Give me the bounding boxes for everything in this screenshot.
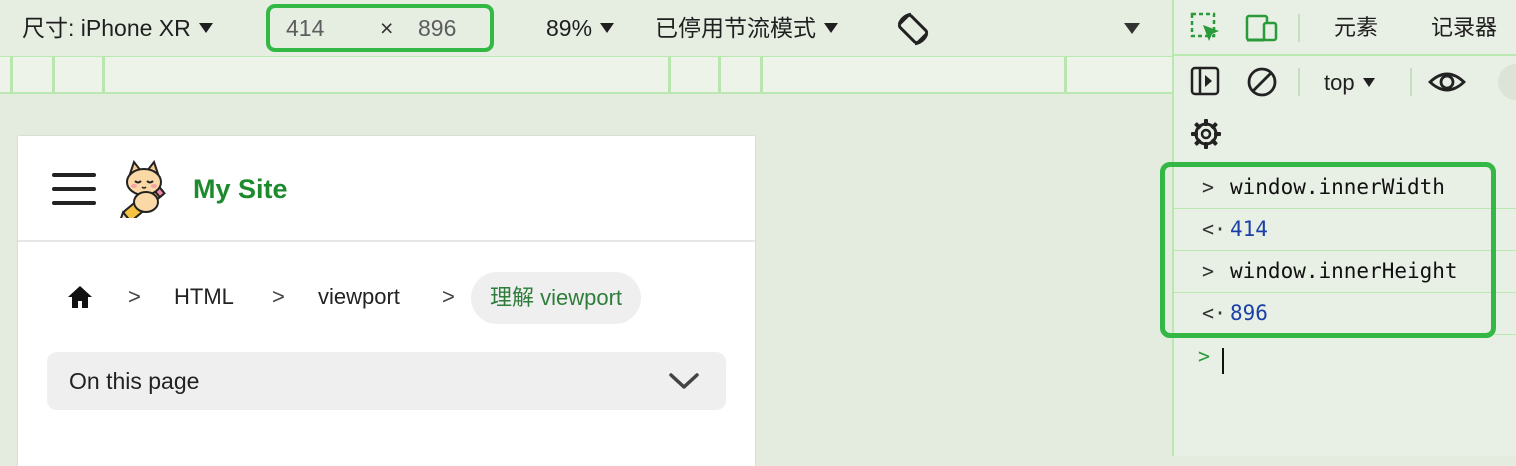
chevron-down-icon bbox=[669, 372, 699, 390]
chevron-down-icon bbox=[1362, 77, 1375, 87]
media-query-ruler bbox=[0, 56, 1172, 94]
ruler-tick bbox=[718, 57, 721, 93]
devtools-tabbar: 元素 记录器 bbox=[1174, 0, 1516, 56]
sidebar-toggle-icon[interactable] bbox=[1190, 66, 1220, 96]
tab-elements[interactable]: 元素 bbox=[1334, 0, 1378, 56]
ruler-tick bbox=[52, 57, 55, 93]
ruler-tick bbox=[760, 57, 763, 93]
breadcrumb-item-viewport[interactable]: viewport bbox=[318, 282, 400, 312]
menu-icon[interactable] bbox=[52, 171, 96, 207]
chevron-down-icon bbox=[198, 22, 213, 33]
device-label: 尺寸: iPhone XR bbox=[22, 15, 191, 41]
filter-input[interactable] bbox=[1498, 64, 1516, 100]
emulated-viewport: My Site > HTML > viewport > 理解 viewport … bbox=[18, 136, 755, 466]
breadcrumb-current: 理解 viewport bbox=[471, 272, 642, 324]
width-input[interactable]: 414 bbox=[286, 8, 324, 48]
height-input[interactable]: 896 bbox=[418, 8, 456, 48]
more-options-icon[interactable] bbox=[1124, 23, 1140, 34]
device-select[interactable]: 尺寸: iPhone XR bbox=[22, 0, 213, 56]
inspect-element-icon[interactable] bbox=[1190, 12, 1222, 44]
live-expression-eye-icon[interactable] bbox=[1428, 68, 1466, 96]
ruler-tick bbox=[1064, 57, 1067, 93]
chevron-down-icon bbox=[824, 22, 838, 33]
devtools-panel: 元素 记录器 top > window.innerWidth <· 414 > … bbox=[1160, 0, 1516, 456]
tab-recorder[interactable]: 记录器 bbox=[1431, 0, 1497, 56]
breadcrumb-item-html[interactable]: HTML bbox=[174, 282, 234, 312]
device-toggle-icon[interactable] bbox=[1244, 12, 1280, 44]
site-header: My Site bbox=[18, 136, 755, 242]
ruler-tick bbox=[668, 57, 671, 93]
site-title[interactable]: My Site bbox=[193, 174, 288, 205]
home-icon[interactable] bbox=[66, 284, 94, 310]
context-label: top bbox=[1324, 70, 1355, 95]
times-sign: × bbox=[380, 15, 394, 41]
throttle-select[interactable]: 已停用节流模式 bbox=[655, 0, 838, 56]
toc-dropdown[interactable]: On this page bbox=[47, 352, 726, 410]
gear-icon[interactable] bbox=[1190, 118, 1222, 150]
device-toolbar: 尺寸: iPhone XR 414 × 896 89% 已停用节流模式 bbox=[0, 0, 1172, 56]
breadcrumb-separator: > bbox=[128, 284, 141, 309]
context-select[interactable]: top bbox=[1324, 66, 1375, 100]
site-logo[interactable] bbox=[114, 160, 174, 218]
console-prompt-arrow: > bbox=[1198, 344, 1211, 368]
console-highlight bbox=[1160, 162, 1496, 338]
console-prompt-input[interactable] bbox=[1222, 348, 1224, 374]
throttle-label: 已停用节流模式 bbox=[655, 15, 816, 41]
dimensions-highlight: 414 × 896 bbox=[266, 4, 494, 52]
ruler-tick bbox=[10, 57, 13, 93]
ruler-tick bbox=[102, 57, 105, 93]
zoom-label: 89% bbox=[546, 15, 593, 41]
breadcrumb-separator: > bbox=[272, 284, 285, 309]
breadcrumb-separator: > bbox=[442, 284, 455, 309]
chevron-down-icon bbox=[600, 22, 615, 33]
toc-label: On this page bbox=[69, 368, 200, 394]
zoom-select[interactable]: 89% bbox=[546, 0, 615, 56]
clear-console-icon[interactable] bbox=[1246, 66, 1278, 98]
rotate-icon[interactable] bbox=[893, 10, 933, 48]
